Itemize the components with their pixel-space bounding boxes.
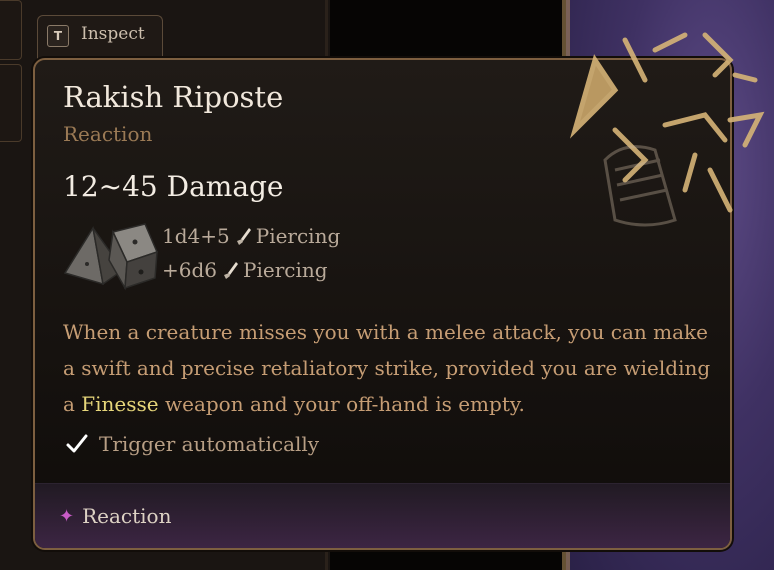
footer-content: ✦ Reaction [59,504,171,528]
dagger-icon [224,262,239,279]
riposte-art-icon [569,32,765,227]
plus-icon: ✦ [59,505,75,527]
inspect-label: Inspect [81,24,145,44]
tooltip-footer: ✦ Reaction [35,483,730,548]
left-slot [0,64,22,142]
trigger-label: Trigger automatically [99,432,320,456]
left-slot [0,0,22,60]
damage-range: 12~45 Damage [63,170,284,203]
damage-type: Piercing [255,224,341,248]
finesse-keyword[interactable]: Finesse [81,392,158,416]
damage-amount: +6d6 [162,258,218,282]
checkmark-icon [66,434,88,453]
ability-type: Reaction [63,122,153,146]
damage-line: +6d6 Piercing [162,258,328,282]
damage-type: Piercing [243,258,328,282]
ability-title: Rakish Riposte [63,80,284,114]
dice-icon [63,223,159,291]
damage-amount: 1d4+5 [162,224,230,248]
ability-tooltip: Rakish Riposte Reaction 12~45 Damage 1d4… [33,32,765,550]
inspect-button[interactable]: T Inspect [37,15,163,60]
damage-line: 1d4+5 Piercing [162,224,340,248]
dagger-icon [236,228,251,245]
inspect-key-hint: T [47,25,69,47]
ability-description: When a creature misses you with a melee … [63,314,713,422]
description-text: weapon and your off-hand is empty. [158,392,525,416]
trigger-toggle[interactable]: Trigger automatically [65,432,319,456]
footer-label: Reaction [82,504,172,528]
